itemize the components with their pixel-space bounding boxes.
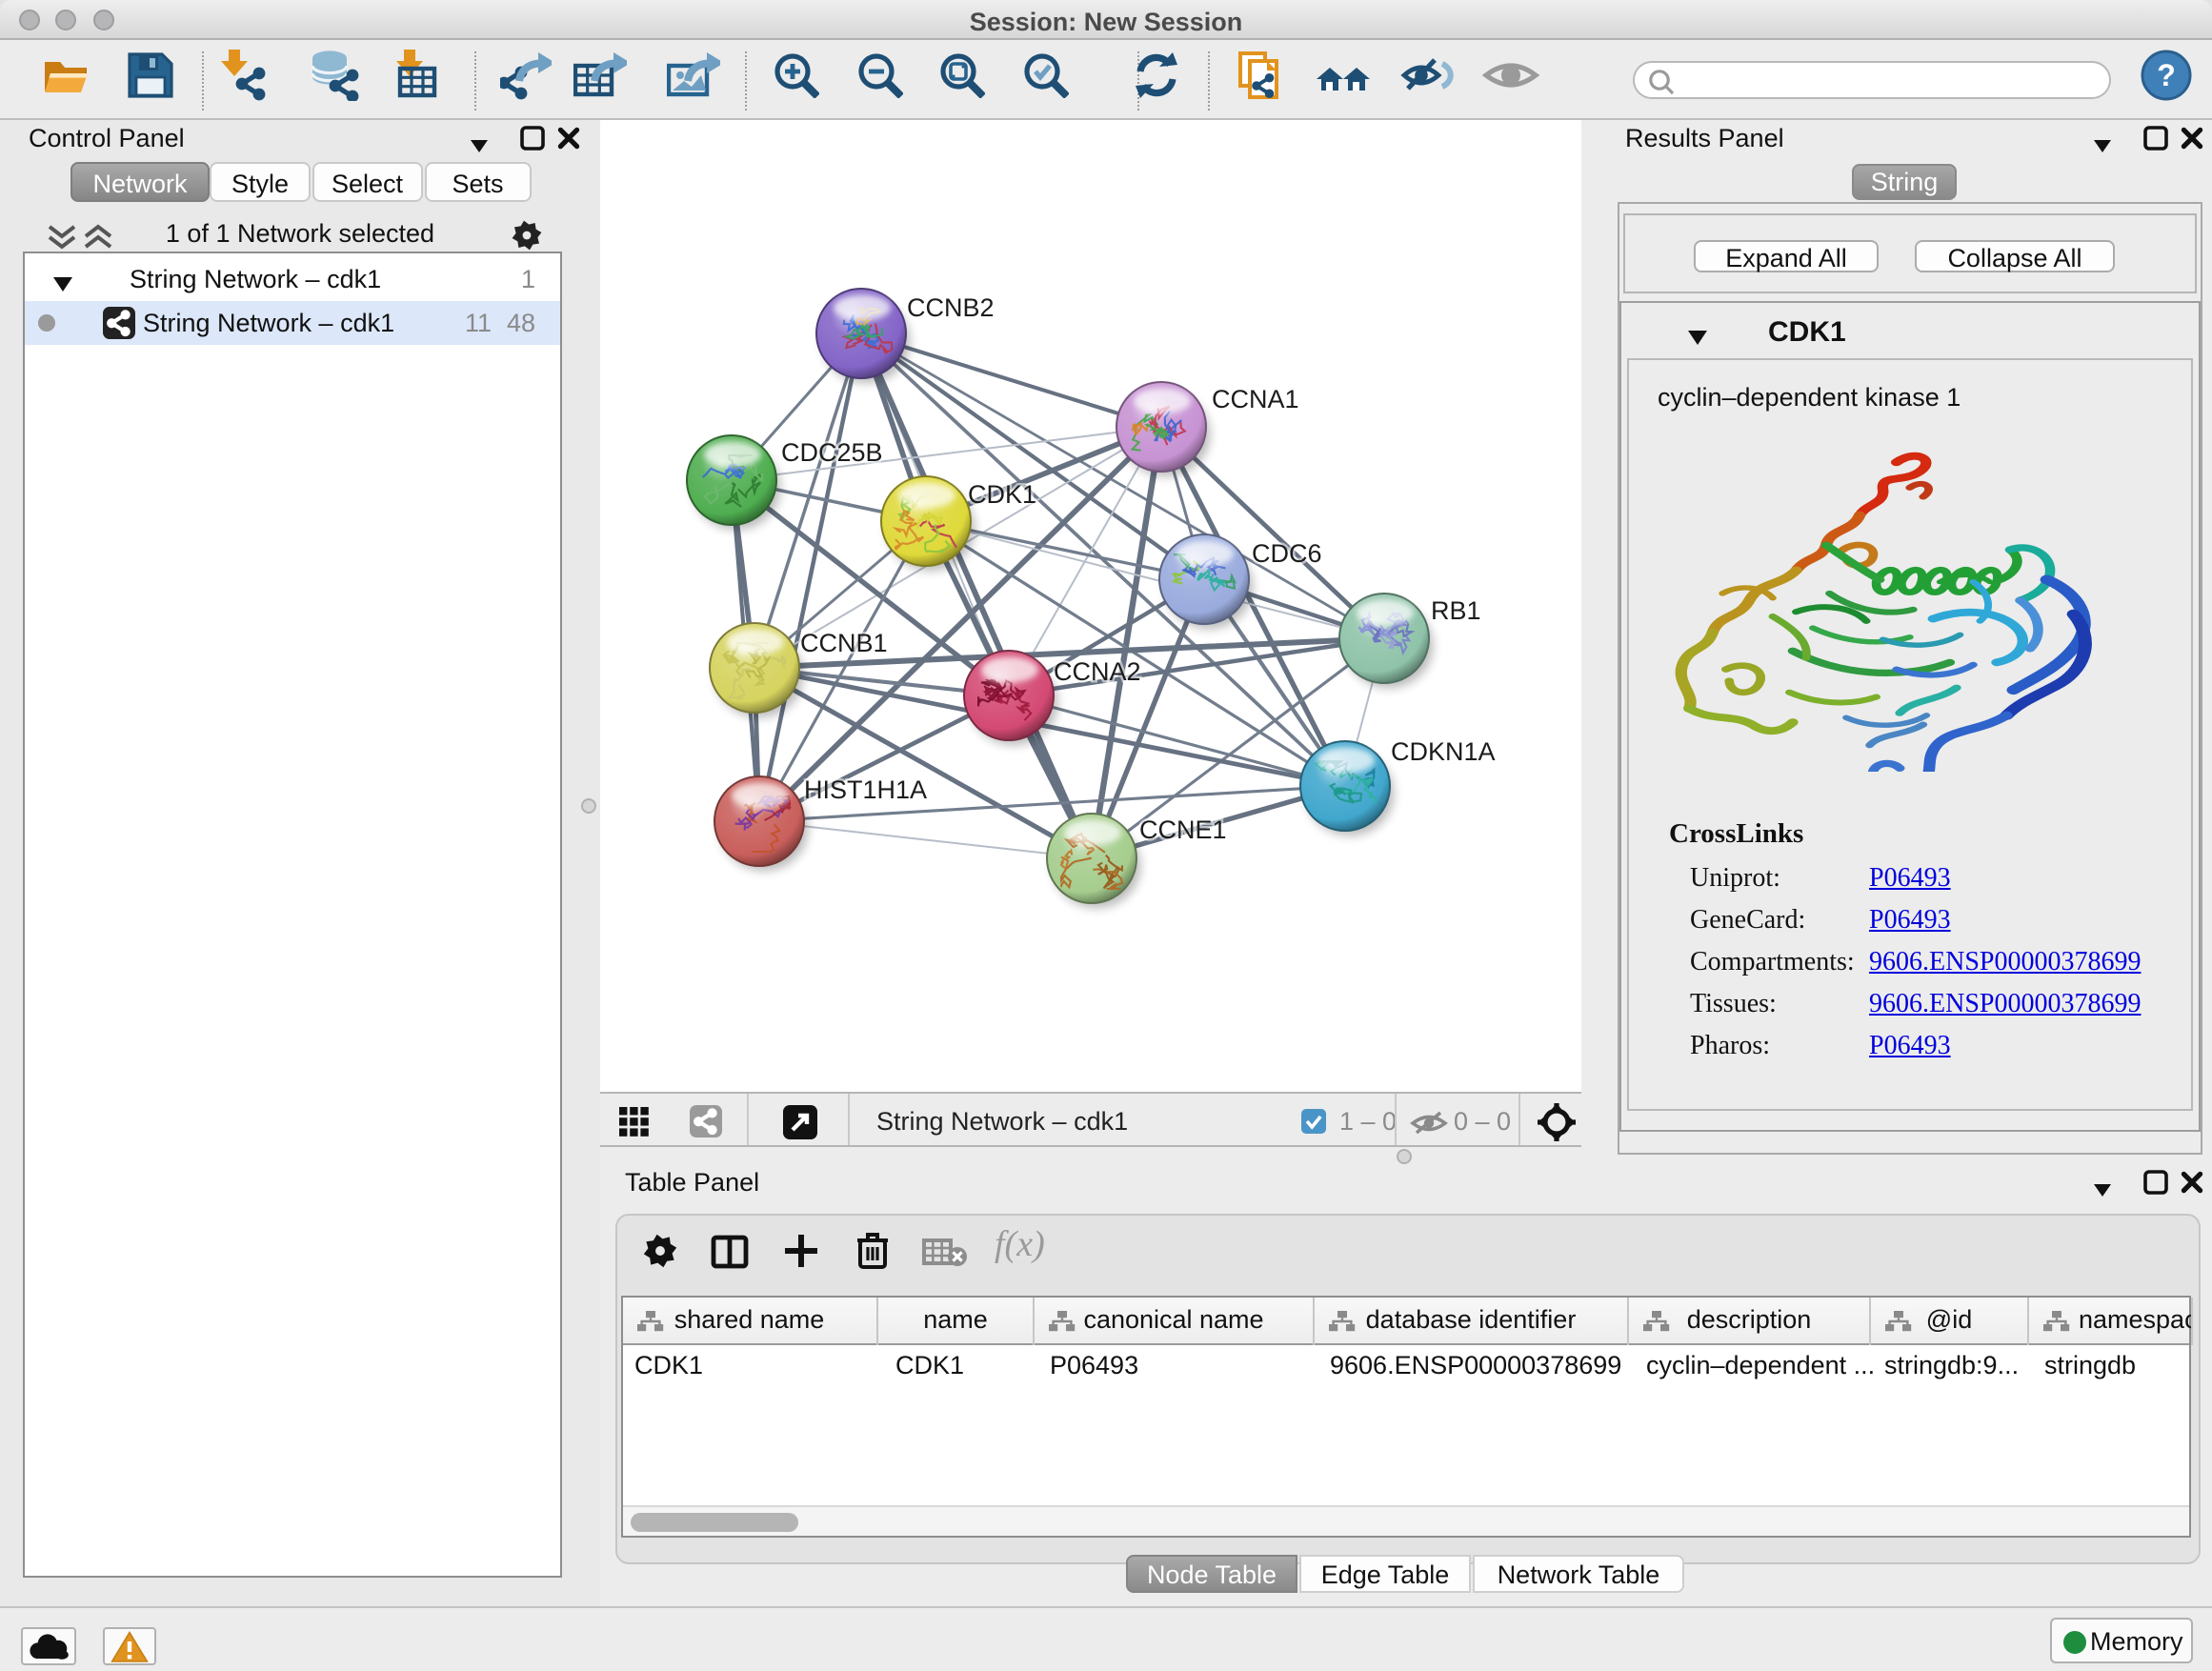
svg-text:HIST1H1A: HIST1H1A — [804, 775, 927, 804]
svg-text:CDC25B: CDC25B — [781, 438, 883, 467]
svg-text:CCNE1: CCNE1 — [1139, 815, 1227, 844]
svg-text:CDKN1A: CDKN1A — [1391, 737, 1496, 766]
svg-text:RB1: RB1 — [1431, 596, 1481, 625]
svg-text:CDC6: CDC6 — [1252, 539, 1322, 568]
svg-text:CCNA1: CCNA1 — [1212, 385, 1299, 413]
svg-text:CCNA2: CCNA2 — [1054, 657, 1141, 686]
svg-text:?: ? — [2157, 58, 2176, 92]
svg-text:CCNB2: CCNB2 — [907, 293, 995, 322]
svg-text:CDK1: CDK1 — [968, 480, 1036, 509]
svg-text:CCNB1: CCNB1 — [800, 629, 888, 657]
